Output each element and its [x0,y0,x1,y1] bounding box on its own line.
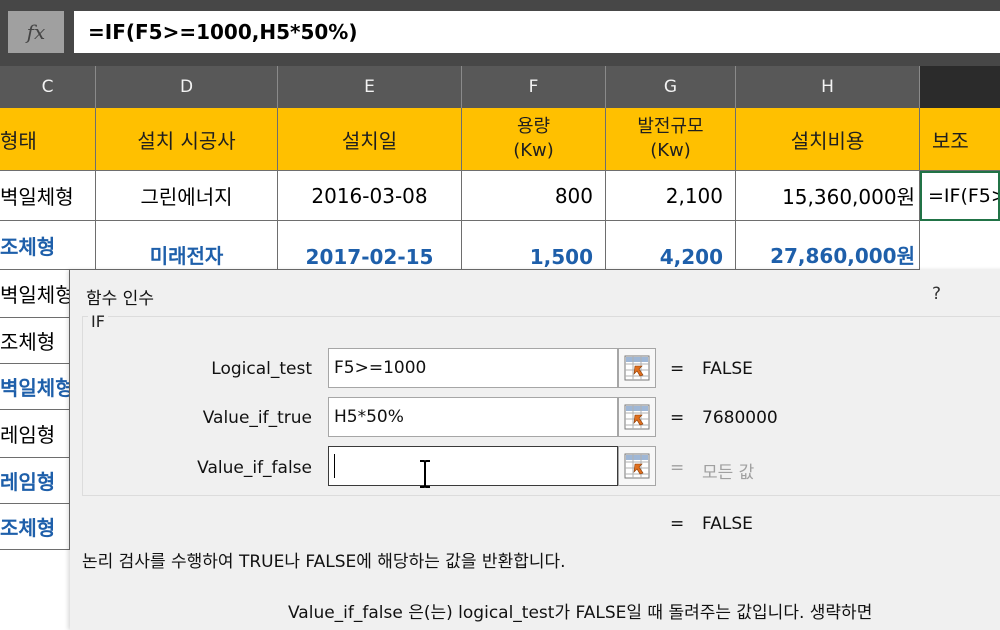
header-cell-installer[interactable]: 설치 시공사 [96,108,278,171]
cell-h-row2[interactable]: 27,860,000원 [736,221,920,270]
ibeam-cursor-icon [420,460,430,488]
column-header-c[interactable]: C [0,66,96,108]
range-selector-icon [624,355,650,381]
value-if-true-result: 7680000 [702,408,778,428]
cell-d-row2[interactable]: 미래전자 [96,221,278,270]
header-generation-line1: 발전규모 [637,116,704,137]
range-selector-icon [624,404,650,430]
value-if-false-result: 모든 값 [702,463,755,483]
formula-result-equals: = [670,514,685,534]
dialog-title: 함수 인수 [86,289,154,309]
formula-input[interactable]: =IF(F5>=1000,H5*50%) [74,11,1000,53]
cell-h-row1[interactable]: 15,360,000원 [736,171,920,221]
header-cell-type[interactable]: 형태 [0,108,96,171]
cell-f-row2[interactable]: 1,500 [462,221,606,270]
value-if-false-input[interactable] [328,446,618,486]
header-generation-line2: (Kw) [650,140,691,161]
header-cell-generation[interactable]: 발전규모 (Kw) [606,108,736,171]
function-description: 논리 검사를 수행하여 TRUE나 FALSE에 해당하는 값을 반환합니다. [82,552,566,572]
cell-f-row1[interactable]: 800 [462,171,606,221]
logical-test-equals: = [670,359,685,379]
cell-c-row7[interactable]: 레임형 [0,458,70,504]
header-cell-capacity[interactable]: 용량 (Kw) [462,108,606,171]
column-header-row: C D E F G H [0,66,1000,108]
column-header-i[interactable] [920,66,1000,108]
header-cell-subsidy[interactable]: 보조 [920,108,1000,171]
value-if-true-range-button[interactable] [618,397,656,437]
insert-function-button[interactable]: fx [8,11,64,53]
value-if-false-label: Value_if_false [197,458,312,478]
cell-g-row2[interactable]: 4,200 [606,221,736,270]
cell-c-row8[interactable]: 조체형 [0,504,70,550]
value-if-true-label: Value_if_true [202,408,312,428]
cell-c-row5[interactable]: 벽일체형 [0,364,70,410]
header-capacity-line2: (Kw) [513,140,554,161]
column-header-e[interactable]: E [278,66,462,108]
text-caret [334,454,335,478]
cell-d-row1[interactable]: 그린에너지 [96,171,278,221]
header-cell-install-cost[interactable]: 설치비용 [736,108,920,171]
header-cell-install-date[interactable]: 설치일 [278,108,462,171]
value-if-false-range-button[interactable] [618,446,656,486]
value-if-false-equals: = [670,458,685,478]
cell-e-row1[interactable]: 2016-03-08 [278,171,462,221]
cell-c-row1[interactable]: 벽일체형 [0,171,96,221]
column-header-g[interactable]: G [606,66,736,108]
logical-test-result: FALSE [702,359,753,379]
cell-c-row3[interactable]: 벽일체형 [0,270,70,318]
range-selector-icon [624,453,650,479]
formula-result: FALSE [702,514,753,534]
header-capacity-line1: 용량 [516,116,551,137]
column-header-f[interactable]: F [462,66,606,108]
cell-c-row4[interactable]: 조체형 [0,318,70,364]
column-header-d[interactable]: D [96,66,278,108]
logical-test-label: Logical_test [211,359,312,379]
cell-c-row2[interactable]: 조체형 [0,221,96,270]
value-if-true-input[interactable]: H5*50% [328,397,618,437]
function-arguments-dialog: 함수 인수 ? IF Logical_test F5>=1000 = FALSE… [70,270,1000,630]
cell-e-row2[interactable]: 2017-02-15 [278,221,462,270]
logical-test-input[interactable]: F5>=1000 [328,348,618,388]
column-header-h[interactable]: H [736,66,920,108]
active-cell-i-row1[interactable]: =IF(F5> [920,171,1000,221]
function-name-label: IF [88,312,108,331]
value-if-true-equals: = [670,408,685,428]
help-button[interactable]: ? [932,284,941,304]
fx-label: fx [26,20,46,44]
cell-g-row1[interactable]: 2,100 [606,171,736,221]
logical-test-range-button[interactable] [618,348,656,388]
cell-c-row6[interactable]: 레임형 [0,410,70,458]
formula-bar: fx =IF(F5>=1000,H5*50%) [0,0,1000,66]
